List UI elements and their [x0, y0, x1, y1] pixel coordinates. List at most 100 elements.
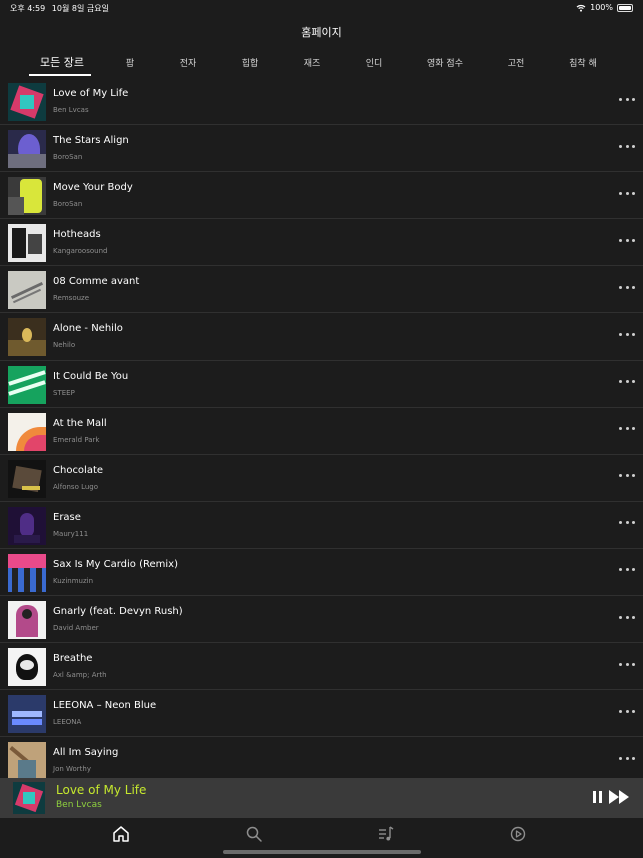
now-playing-art [13, 782, 45, 814]
tab-pop[interactable]: 팝 [126, 56, 134, 69]
track-row[interactable]: Breathe Axl &amp; Arth [0, 643, 643, 691]
more-options-icon[interactable] [619, 469, 635, 483]
track-row[interactable]: Hotheads Kangaroosound [0, 219, 643, 267]
track-title: LEEONA – Neon Blue [53, 700, 157, 712]
track-row[interactable]: Alone - Nehilo Nehilo [0, 313, 643, 361]
tab-indie[interactable]: 인디 [366, 56, 383, 69]
track-row[interactable]: Erase Maury111 [0, 502, 643, 549]
tab-film-score[interactable]: 영화 점수 [427, 56, 463, 69]
active-tab-indicator [29, 74, 91, 76]
album-art [8, 695, 46, 734]
track-artist: Alfonso Lugo [53, 482, 99, 491]
track-row[interactable]: LEEONA – Neon Blue LEEONA [0, 690, 643, 738]
more-options-icon[interactable] [619, 516, 635, 530]
more-options-icon[interactable] [619, 92, 635, 106]
track-title: Gnarly (feat. Devyn Rush) [53, 606, 183, 618]
track-title: The Stars Align [53, 135, 129, 147]
album-art [8, 130, 46, 169]
tab-all-genres[interactable]: 모든 장르 [40, 54, 84, 70]
track-list: Love of My Life Ben Lvcas The Stars Alig… [0, 78, 643, 785]
album-art [8, 601, 46, 640]
tab-hiphop[interactable]: 힙합 [242, 56, 259, 69]
track-artist: Maury111 [53, 529, 89, 538]
album-art [8, 83, 46, 121]
track-row[interactable]: Sax Is My Cardio (Remix) Kuzinmuzin [0, 549, 643, 597]
album-art [8, 553, 46, 592]
track-title: Chocolate [53, 464, 104, 476]
album-art [8, 742, 46, 781]
track-title: 08 Comme avant [53, 276, 140, 288]
next-track-icon[interactable] [609, 790, 631, 804]
track-artist: LEEONA [53, 718, 82, 727]
track-title: At the Mall [53, 417, 107, 429]
status-right: 100% [576, 3, 633, 12]
more-options-icon[interactable] [619, 563, 635, 577]
track-title: Love of My Life [53, 88, 129, 99]
pause-icon[interactable] [593, 791, 603, 803]
track-row[interactable]: At the Mall Emerald Park [0, 408, 643, 455]
more-options-icon[interactable] [619, 233, 635, 247]
track-row[interactable]: Love of My Life Ben Lvcas [0, 78, 643, 126]
now-playing-title: Love of My Life [56, 783, 147, 797]
track-artist: Remsouze [53, 294, 90, 303]
track-title: It Could Be You [53, 370, 129, 382]
tab-classical[interactable]: 고전 [508, 56, 525, 69]
now-playing-artist: Ben Lvcas [56, 800, 102, 810]
album-art [8, 459, 46, 498]
track-artist: Kuzinmuzin [53, 576, 94, 585]
battery-percent: 100% [590, 3, 613, 12]
mini-player[interactable]: Love of My Life Ben Lvcas [0, 778, 643, 818]
track-row[interactable]: Gnarly (feat. Devyn Rush) David Amber [0, 596, 643, 644]
track-row[interactable]: The Stars Align BoroSan [0, 125, 643, 173]
more-options-icon[interactable] [619, 327, 635, 341]
home-icon[interactable] [112, 825, 130, 843]
search-icon[interactable] [245, 825, 263, 843]
more-options-icon[interactable] [619, 375, 635, 389]
album-art [8, 648, 46, 687]
status-bar: 오후 4:59 10월 8일 금요일 100% [0, 0, 643, 16]
track-title: Hotheads [53, 229, 101, 241]
track-title: Move Your Body [53, 182, 133, 194]
playlist-icon[interactable] [377, 825, 395, 843]
album-art [8, 177, 46, 216]
more-options-icon[interactable] [619, 280, 635, 294]
wifi-icon [576, 4, 586, 12]
track-title: Breathe [53, 653, 93, 665]
battery-icon [617, 3, 633, 12]
album-art [8, 271, 46, 310]
tab-calm[interactable]: 침착 해 [569, 56, 597, 69]
page-title: 홈페이지 [301, 26, 342, 39]
more-options-icon[interactable] [619, 657, 635, 671]
track-artist: BoroSan [53, 153, 83, 162]
album-art [8, 365, 46, 404]
status-left: 오후 4:59 10월 8일 금요일 [10, 3, 113, 14]
track-artist: Axl &amp; Arth [53, 671, 107, 680]
more-options-icon[interactable] [619, 704, 635, 718]
album-art [8, 412, 46, 451]
track-title: All Im Saying [53, 747, 119, 759]
track-title: Erase [53, 511, 81, 523]
more-options-icon[interactable] [619, 751, 635, 765]
tab-jazz[interactable]: 재즈 [304, 56, 321, 69]
track-row[interactable]: It Could Be You STEEP [0, 361, 643, 408]
history-icon[interactable] [509, 825, 527, 843]
track-artist: Ben Lvcas [53, 106, 89, 114]
track-row[interactable]: Move Your Body BoroSan [0, 172, 643, 220]
track-row[interactable]: Chocolate Alfonso Lugo [0, 455, 643, 502]
track-row[interactable]: 08 Comme avant Remsouze [0, 266, 643, 314]
genre-tabs: 모든 장르 팝 전자 힙합 재즈 인디 영화 점수 고전 침착 해 [0, 54, 643, 78]
album-art [8, 318, 46, 357]
more-options-icon[interactable] [619, 139, 635, 153]
track-artist: Kangaroosound [53, 247, 108, 256]
more-options-icon[interactable] [619, 186, 635, 200]
track-artist: David Amber [53, 624, 99, 633]
track-title: Alone - Nehilo [53, 323, 123, 335]
track-artist: Nehilo [53, 341, 76, 350]
status-time: 오후 4:59 [10, 4, 46, 13]
album-art [8, 224, 46, 263]
more-options-icon[interactable] [619, 610, 635, 624]
tab-electronic[interactable]: 전자 [180, 56, 197, 69]
status-date: 10월 8일 금요일 [51, 4, 109, 13]
album-art [8, 506, 46, 545]
more-options-icon[interactable] [619, 422, 635, 436]
